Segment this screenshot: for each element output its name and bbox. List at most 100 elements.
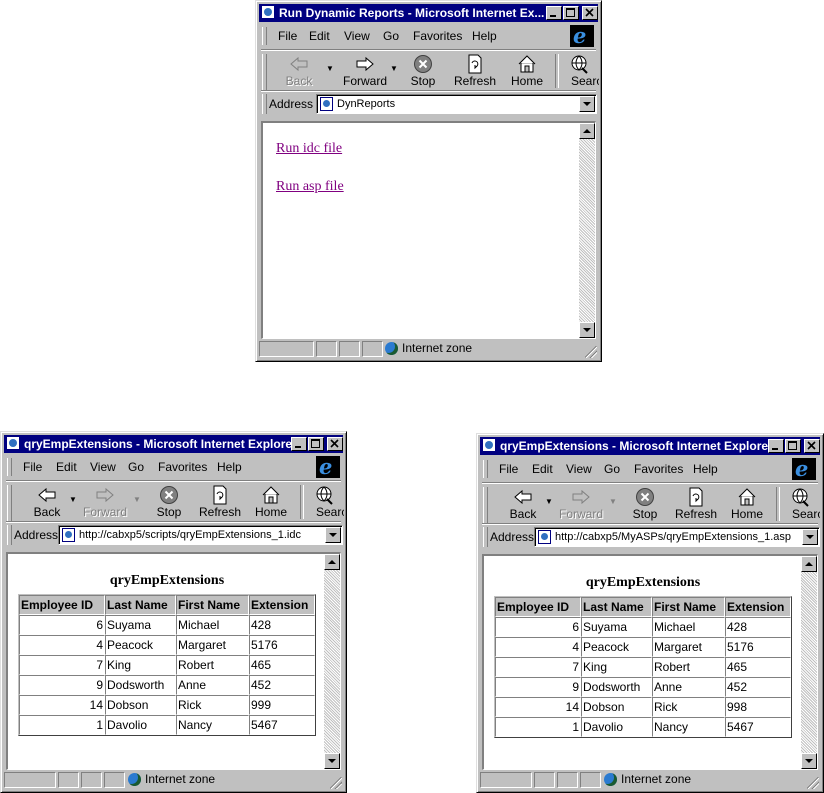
maximize-button[interactable] [563,6,579,20]
scroll-down-button[interactable] [579,322,595,338]
menu-file[interactable]: File [499,462,518,476]
search-button[interactable]: Searc [304,485,344,521]
status-pane [81,772,102,788]
minimize-button[interactable] [291,437,307,451]
address-grip[interactable] [7,525,12,545]
address-input[interactable]: DynReports [316,94,597,114]
forward-button[interactable]: Forward [555,487,607,523]
menu-grip[interactable] [262,27,267,45]
table-header-row: Employee ID Last Name First Name Extensi… [19,595,315,615]
menu-help[interactable]: Help [217,460,242,474]
menu-file[interactable]: File [278,29,297,43]
title-bar[interactable]: qryEmpExtensions - Microsoft Internet Ex… [480,437,820,455]
minimize-button[interactable] [768,439,784,453]
minimize-button[interactable] [546,6,562,20]
back-dropdown-icon[interactable]: ▼ [69,495,77,504]
window-title: qryEmpExtensions - Microsoft Internet Ex… [24,437,297,451]
menu-edit[interactable]: Edit [56,460,77,474]
menu-view[interactable]: View [344,29,370,43]
title-bar[interactable]: Run Dynamic Reports - Microsoft Internet… [259,4,598,22]
menu-view[interactable]: View [90,460,116,474]
stop-button[interactable]: Stop [397,54,449,90]
cell-employee-id: 1 [19,715,105,735]
back-dropdown-icon[interactable]: ▼ [326,64,334,73]
address-input[interactable]: http://cabxp5/MyASPs/qryEmpExtensions_1.… [534,527,820,547]
menu-grip[interactable] [483,460,488,478]
menu-help[interactable]: Help [472,29,497,43]
cell-extension: 428 [725,617,791,637]
refresh-button[interactable]: Refresh [449,54,501,90]
internet-zone-icon [385,342,398,355]
run-asp-link[interactable]: Run asp file [276,179,344,195]
menu-help[interactable]: Help [693,462,718,476]
toolbar-grip[interactable] [483,487,488,523]
close-button[interactable] [804,439,820,453]
forward-dropdown-icon[interactable]: ▼ [609,497,617,506]
menu-view[interactable]: View [566,462,592,476]
refresh-button[interactable]: Refresh [670,487,722,523]
stop-button[interactable]: Stop [143,485,195,521]
address-label: Address [269,97,314,111]
forward-button[interactable]: Forward [339,54,391,90]
cell-first-name: Margaret [176,635,249,655]
menu-file[interactable]: File [23,460,42,474]
window-title: Run Dynamic Reports - Microsoft Internet… [279,6,545,20]
menu-edit[interactable]: Edit [309,29,330,43]
search-button[interactable]: Searc [780,487,820,523]
forward-button[interactable]: Forward [79,485,131,521]
scroll-down-button[interactable] [801,753,817,769]
address-grip[interactable] [262,94,267,114]
back-button[interactable]: Back [273,54,325,90]
run-idc-link[interactable]: Run idc file [276,141,342,157]
menu-go[interactable]: Go [128,460,144,474]
maximize-button[interactable] [785,439,801,453]
forward-dropdown-icon[interactable]: ▼ [133,495,141,504]
resize-grip[interactable] [807,777,819,789]
scroll-up-button[interactable] [579,123,595,139]
resize-grip[interactable] [330,777,342,789]
menu-grip[interactable] [7,458,12,476]
address-dropdown-button[interactable] [802,529,818,545]
ie-page-icon [482,438,496,452]
close-button[interactable] [582,6,598,20]
address-dropdown-button[interactable] [325,527,341,543]
table-row: 6 Suyama Michael 428 [19,615,315,635]
vertical-scrollbar[interactable] [801,556,817,769]
menu-go[interactable]: Go [604,462,620,476]
toolbar-grip[interactable] [262,54,267,90]
address-input[interactable]: http://cabxp5/scripts/qryEmpExtensions_1… [58,525,343,545]
cell-extension: 5467 [249,715,315,735]
search-globe-icon [316,486,333,505]
back-dropdown-icon[interactable]: ▼ [545,497,553,506]
home-button[interactable]: Home [245,485,297,521]
menu-favorites[interactable]: Favorites [634,462,683,476]
scroll-down-button[interactable] [324,753,340,769]
stop-button[interactable]: Stop [619,487,671,523]
menu-go[interactable]: Go [383,29,399,43]
scroll-up-button[interactable] [324,554,340,570]
address-grip[interactable] [483,527,488,547]
home-button[interactable]: Home [721,487,773,523]
address-dropdown-button[interactable] [579,96,595,112]
back-button[interactable]: Back [21,485,73,521]
menu-edit[interactable]: Edit [532,462,553,476]
back-button[interactable]: Back [497,487,549,523]
cell-extension: 465 [725,657,791,677]
cell-last-name: King [581,657,652,677]
menu-favorites[interactable]: Favorites [413,29,462,43]
table-row: 7 King Robert 465 [19,655,315,675]
vertical-scrollbar[interactable] [324,554,340,769]
search-button[interactable]: Searc [559,54,599,90]
home-button[interactable]: Home [501,54,553,90]
resize-grip[interactable] [585,346,597,358]
cell-first-name: Nancy [176,715,249,735]
maximize-button[interactable] [308,437,324,451]
scroll-up-button[interactable] [801,556,817,572]
vertical-scrollbar[interactable] [579,123,595,338]
toolbar-grip[interactable] [7,485,12,521]
title-bar[interactable]: qryEmpExtensions - Microsoft Internet Ex… [4,435,343,453]
refresh-button[interactable]: Refresh [194,485,246,521]
menu-favorites[interactable]: Favorites [158,460,207,474]
table-row: 4 Peacock Margaret 5176 [495,637,791,657]
close-button[interactable] [327,437,343,451]
